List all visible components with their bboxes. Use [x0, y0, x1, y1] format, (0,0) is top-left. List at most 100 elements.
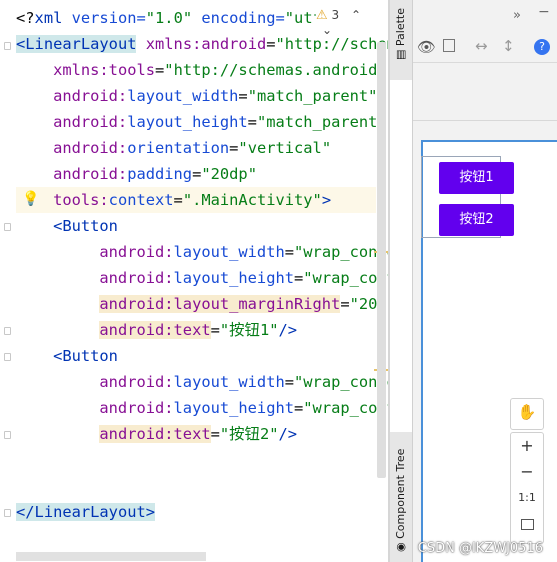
code-token: =	[238, 87, 248, 105]
chevron-up-icon[interactable]: ⌃	[351, 8, 361, 22]
minimize-icon[interactable]: −	[538, 4, 550, 20]
code-token: =	[155, 61, 165, 79]
blueprint-toggle-icon[interactable]	[443, 39, 455, 52]
code-token: =	[340, 295, 350, 313]
design-preview-pane[interactable]: » − 👁 ↔ ↕ ? 按钮1 按钮2 ✋ + − 1:1	[413, 0, 557, 562]
vertical-resize-icon[interactable]: ↕	[502, 37, 515, 55]
code-token: android:	[16, 243, 174, 261]
code-token: "vertical"	[238, 139, 332, 157]
code-token: <	[16, 347, 63, 365]
hand-icon[interactable]: ✋	[511, 399, 543, 425]
code-token: layout_height	[127, 113, 248, 131]
code-token: =	[284, 243, 295, 261]
code-token: android:	[16, 165, 128, 183]
code-token: ".MainActivity"	[182, 191, 322, 209]
code-token: xmlns:	[136, 35, 202, 53]
code-token: <?	[16, 9, 35, 27]
code-line: android:layout_width="match_parent"	[16, 83, 377, 109]
code-line: <Button	[16, 213, 376, 239]
fit-screen-icon	[520, 519, 534, 530]
code-token: </	[16, 503, 35, 521]
zoom-controls: + − 1:1	[510, 432, 544, 544]
code-token: =	[192, 165, 202, 183]
component-tree-icon: ◉	[394, 542, 407, 552]
warning-count: 3	[331, 8, 340, 22]
code-token: />	[278, 425, 298, 443]
code-token: =	[247, 113, 257, 131]
code-token: "wrap_conter	[303, 269, 388, 287]
code-editor[interactable]: <?xml version="1.0" encoding="utf <Linear…	[0, 0, 388, 562]
code-token: LinearLayout	[34, 503, 146, 521]
eye-icon[interactable]: 👁	[417, 38, 436, 56]
code-token: =	[210, 425, 220, 443]
code-token: =	[294, 269, 304, 287]
device-frame-edge	[413, 120, 557, 121]
zoom-actual-size-button[interactable]: 1:1	[511, 485, 543, 511]
code-token: "http://schemas.android.co	[164, 61, 388, 79]
code-token: xml	[34, 9, 63, 27]
code-token: context	[108, 191, 174, 209]
component-tree-tab[interactable]: ◉ Component Tree	[390, 432, 412, 562]
fold-marker[interactable]	[4, 509, 11, 517]
pan-tool-panel[interactable]: ✋	[510, 398, 544, 430]
code-line: android:layout_width="wrap_content	[16, 239, 388, 265]
zoom-out-button[interactable]: −	[511, 459, 543, 485]
fold-marker[interactable]	[4, 223, 11, 231]
code-token: =	[294, 399, 304, 417]
design-toolbar: » − 👁 ↔ ↕ ?	[413, 0, 557, 63]
code-token: android	[201, 35, 267, 53]
code-token: xmlns:	[16, 61, 109, 79]
zoom-in-button[interactable]: +	[511, 433, 543, 459]
code-token: layout_width	[173, 373, 285, 391]
preview-button-2[interactable]: 按钮2	[439, 204, 514, 236]
fold-marker[interactable]	[4, 42, 11, 50]
code-line: android:padding="20dp"	[16, 161, 376, 187]
code-token: android:	[16, 373, 174, 391]
fold-marker[interactable]	[4, 431, 11, 439]
code-line: android:layout_height="match_parent"	[16, 109, 387, 135]
code-token: LinearLayout	[25, 35, 137, 53]
code-token: android:text	[99, 425, 211, 443]
code-token: =	[266, 35, 276, 53]
code-token: "wrap_content	[294, 373, 388, 391]
zoom-fit-button[interactable]	[511, 511, 543, 537]
palette-tab[interactable]: ▤ Palette	[390, 0, 412, 80]
warning-indicator[interactable]: ⚠ 3 ⌃ ⌄	[316, 8, 378, 37]
code-token: "http://schema	[275, 35, 388, 53]
code-token: "20dp"	[201, 165, 257, 183]
overflow-chevron-icon[interactable]: »	[513, 8, 521, 23]
horizontal-scrollbar[interactable]	[16, 552, 206, 561]
fold-marker[interactable]	[4, 327, 11, 335]
code-token: Button	[62, 347, 118, 365]
help-icon[interactable]: ?	[534, 39, 550, 55]
code-token: android:	[16, 87, 128, 105]
code-token: "wrap_conter	[303, 399, 388, 417]
code-line: android:layout_width="wrap_content	[16, 369, 388, 395]
code-line: xmlns:tools="http://schemas.android.co	[16, 57, 388, 83]
chevron-down-icon[interactable]: ⌄	[322, 23, 332, 37]
code-token: version=	[62, 9, 146, 27]
code-line: <Button	[16, 343, 376, 369]
code-token: android:text	[99, 321, 211, 339]
code-token: />	[278, 321, 298, 339]
vertical-scrollbar[interactable]	[377, 42, 386, 478]
code-token: layout_width	[173, 243, 285, 261]
lightbulb-icon[interactable]: 💡	[22, 191, 39, 207]
code-line: tools:context=".MainActivity">	[16, 187, 376, 213]
code-token: padding	[127, 165, 193, 183]
fold-marker[interactable]	[4, 353, 11, 361]
preview-button-1[interactable]: 按钮1	[439, 162, 514, 194]
code-token: =	[210, 321, 220, 339]
code-token: "match_parent"	[256, 113, 387, 131]
code-token: layout_height	[173, 399, 294, 417]
horizontal-resize-icon[interactable]: ↔	[475, 37, 488, 55]
code-line: android:text="按钮1"/>	[16, 317, 376, 343]
code-token: layout_height	[173, 269, 294, 287]
code-token: tools	[108, 61, 156, 79]
code-token: android:	[16, 269, 174, 287]
code-token: android:layout_marginRight	[99, 295, 341, 313]
code-token: "按钮2"	[219, 425, 279, 443]
